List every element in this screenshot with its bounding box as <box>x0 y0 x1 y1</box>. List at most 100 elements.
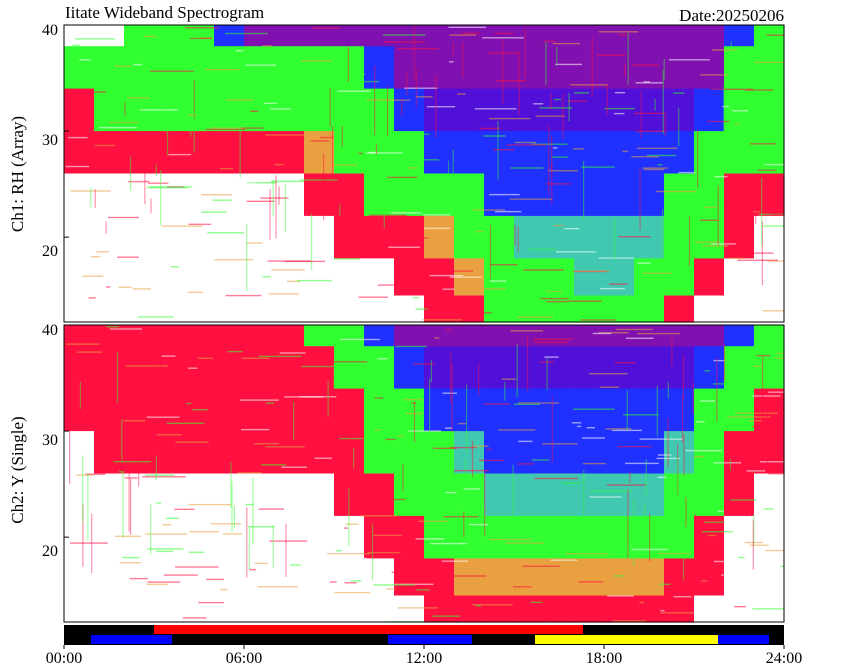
heatmap-speckle <box>586 427 595 429</box>
heatmap-cell <box>514 515 545 559</box>
heatmap-streak <box>430 360 432 382</box>
heatmap-speckle <box>722 105 730 108</box>
heatmap-cell <box>604 325 635 347</box>
heatmap-speckle <box>660 612 694 614</box>
heatmap-speckle <box>432 447 457 449</box>
heatmap-streak <box>644 502 646 552</box>
heatmap-speckle <box>386 588 396 590</box>
heatmap-speckle <box>261 464 287 466</box>
heatmap-speckle <box>426 106 456 108</box>
heatmap-speckle <box>329 581 337 583</box>
heatmap-cell <box>634 346 665 390</box>
heatmap-speckle <box>564 228 580 230</box>
heatmap-speckle <box>553 224 565 227</box>
heatmap-streak <box>293 401 295 440</box>
heatmap-speckle <box>637 262 651 264</box>
heatmap-speckle <box>540 297 569 300</box>
heatmap-cell <box>304 215 335 259</box>
heatmap-speckle <box>172 558 209 561</box>
heatmap-streak <box>517 226 519 253</box>
heatmap-speckle <box>617 445 652 448</box>
heatmap-streak <box>678 107 680 147</box>
heatmap-speckle <box>603 578 630 581</box>
heatmap-speckle <box>700 74 729 76</box>
heatmap-streak <box>471 440 474 478</box>
heatmap-speckle <box>515 141 537 144</box>
heatmap-cell <box>604 595 635 623</box>
heatmap-speckle <box>219 588 228 591</box>
heatmap-cell <box>454 595 485 623</box>
heatmap-streak <box>246 224 248 292</box>
heatmap-streak <box>94 189 96 208</box>
heatmap-streak <box>633 498 635 566</box>
heatmap-streak <box>591 37 593 97</box>
heatmap-streak <box>339 204 341 217</box>
spectrogram-plot <box>63 24 785 649</box>
heatmap-cell <box>604 88 635 132</box>
heatmap-streak <box>484 470 486 537</box>
heatmap-cell <box>724 46 755 90</box>
heatmap-speckle <box>670 542 678 544</box>
heatmap-speckle <box>391 498 406 501</box>
heatmap-speckle <box>488 52 520 54</box>
heatmap-speckle <box>472 239 504 241</box>
heatmap-speckle <box>265 134 306 136</box>
heatmap-streak <box>383 160 385 228</box>
heatmap-cell <box>724 173 755 217</box>
heatmap-cell <box>334 258 365 297</box>
heatmap-speckle <box>375 429 381 431</box>
heatmap-speckle <box>521 534 543 537</box>
heatmap-speckle <box>373 584 415 586</box>
heatmap-speckle <box>206 578 224 581</box>
heatmap-cell <box>634 431 665 475</box>
heatmap-cell <box>514 473 545 517</box>
heatmap-speckle <box>695 241 721 243</box>
heatmap-streak <box>724 192 726 240</box>
heatmap-speckle <box>423 214 450 216</box>
heatmap-speckle <box>479 459 505 462</box>
heatmap-streak <box>685 497 687 528</box>
heatmap-speckle <box>776 311 784 314</box>
heatmap-cell <box>574 558 605 597</box>
heatmap-streak <box>662 69 664 134</box>
heatmap-speckle <box>445 575 487 577</box>
heatmap-speckle <box>749 420 762 422</box>
heatmap-speckle <box>263 102 272 104</box>
heatmap-speckle <box>770 214 784 216</box>
heatmap-cell <box>484 388 515 432</box>
heatmap-speckle <box>749 544 769 546</box>
heatmap-cell <box>64 46 95 90</box>
heatmap-cell <box>334 131 365 175</box>
heatmap-cell <box>214 473 245 517</box>
heatmap-streak <box>450 352 452 404</box>
heatmap-speckle <box>76 351 103 353</box>
heatmap-speckle <box>227 350 243 353</box>
heatmap-cell <box>184 558 215 597</box>
heatmap-cell <box>424 295 455 323</box>
heatmap-cell <box>154 46 185 90</box>
heatmap-cell <box>694 88 725 132</box>
heatmap-speckle <box>588 373 628 375</box>
heatmap-cell <box>604 558 635 597</box>
heatmap-speckle <box>175 441 209 443</box>
heatmap-speckle <box>259 101 301 103</box>
heatmap-speckle <box>565 553 609 555</box>
heatmap-speckle <box>713 383 757 385</box>
heatmap-streak <box>662 209 664 262</box>
heatmap-streak <box>755 189 757 225</box>
heatmap-speckle <box>600 287 625 290</box>
heatmap-cell <box>454 46 485 90</box>
heatmap-streak <box>435 74 437 138</box>
heatmap-speckle <box>161 355 176 357</box>
heatmap-speckle <box>147 186 188 189</box>
heatmap-cell <box>94 25 125 47</box>
heatmap-cell <box>154 473 185 517</box>
heatmap-speckle <box>114 535 142 537</box>
heatmap-cell <box>424 515 455 559</box>
heatmap-speckle <box>198 601 224 604</box>
heatmap-cell <box>94 46 125 90</box>
heatmap-speckle <box>146 416 180 418</box>
heatmap-cell <box>664 515 695 559</box>
heatmap-cell <box>214 388 245 432</box>
heatmap-streak <box>502 38 504 105</box>
